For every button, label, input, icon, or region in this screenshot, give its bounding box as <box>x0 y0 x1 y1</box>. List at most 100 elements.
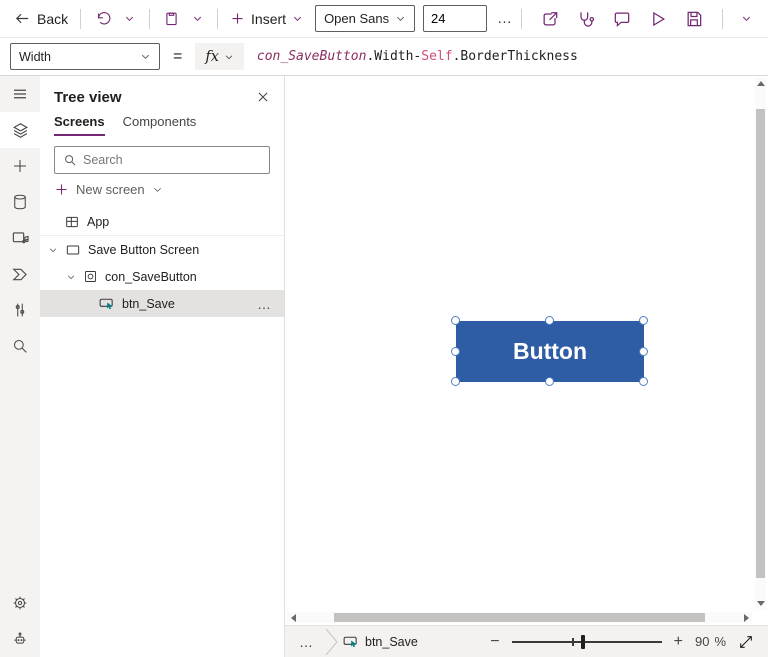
vertical-scrollbar[interactable] <box>755 78 766 609</box>
selection-handle-sw[interactable] <box>451 377 460 386</box>
rail-power-automate-button[interactable] <box>0 256 40 292</box>
formula-token-control: con_SaveButton <box>256 49 367 64</box>
save-icon <box>687 11 702 26</box>
preview-play-button[interactable] <box>642 5 674 33</box>
zoom-out-button[interactable]: − <box>488 633 501 651</box>
toolbar-overflow-button[interactable]: … <box>497 10 513 27</box>
tab-screens[interactable]: Screens <box>54 114 105 136</box>
rail-settings-button[interactable] <box>0 585 40 621</box>
selection-handle-se[interactable] <box>639 377 648 386</box>
canvas-column: Button … btn_Save − + 90 % <box>285 76 768 657</box>
fx-button[interactable]: fx <box>195 43 244 70</box>
fit-to-window-button[interactable] <box>736 632 756 652</box>
breadcrumb-overflow-button[interactable]: … <box>293 634 320 650</box>
rail-advanced-tools-button[interactable] <box>0 292 40 328</box>
main-content: Tree view Screens Components New screen <box>0 76 768 657</box>
zoom-in-button[interactable]: + <box>672 633 685 651</box>
hamburger-menu-button[interactable] <box>0 76 40 112</box>
tree-view-panel: Tree view Screens Components New screen <box>40 76 285 657</box>
selection-handle-nw[interactable] <box>451 316 460 325</box>
selection-handle-w[interactable] <box>451 347 460 356</box>
paste-dropdown-button[interactable] <box>186 9 209 28</box>
insert-button[interactable]: Insert <box>226 7 307 31</box>
app-icon <box>66 216 78 228</box>
chevron-down-icon <box>153 187 161 192</box>
selection-handle-ne[interactable] <box>639 316 648 325</box>
search-icon <box>13 339 27 353</box>
new-screen-label: New screen <box>76 182 145 197</box>
tree-item-save-button-screen[interactable]: Save Button Screen <box>40 236 284 263</box>
vertical-scrollbar-track[interactable] <box>755 89 766 598</box>
zoom-slider-track[interactable] <box>511 640 662 643</box>
rail-media-button[interactable] <box>0 220 40 256</box>
tree-view-title: Tree view <box>54 88 122 106</box>
comments-button[interactable] <box>606 5 638 33</box>
horizontal-scrollbar-thumb[interactable] <box>334 613 705 622</box>
back-arrow-icon <box>15 13 29 24</box>
new-screen-button[interactable]: New screen <box>54 182 270 197</box>
canvas-button[interactable]: Button <box>456 321 644 382</box>
paste-button[interactable] <box>157 6 186 31</box>
button-control-icon <box>99 298 113 310</box>
toolbar-divider <box>521 8 522 29</box>
save-dropdown-button[interactable] <box>735 9 758 28</box>
tree-item-app[interactable]: App <box>40 209 284 236</box>
horizontal-scrollbar-track[interactable] <box>299 612 740 623</box>
canvas-button-label: Button <box>512 338 588 364</box>
font-size-input[interactable] <box>423 5 487 32</box>
selection-handle-n[interactable] <box>545 316 554 325</box>
rail-virtual-agent-button[interactable] <box>0 621 40 657</box>
tab-components[interactable]: Components <box>123 114 197 136</box>
expand-diagonal-icon <box>740 635 752 648</box>
undo-button[interactable] <box>89 6 118 31</box>
chevron-down-icon <box>67 274 75 279</box>
tree-item-more-button[interactable]: … <box>257 296 272 312</box>
rail-tree-view-button[interactable] <box>0 112 40 148</box>
top-toolbar: Back Insert Open Sans … <box>0 0 768 38</box>
selection-handle-e[interactable] <box>639 347 648 356</box>
tree-item-label: con_SaveButton <box>105 269 197 284</box>
app-checker-button[interactable] <box>570 5 602 33</box>
formula-input[interactable]: con_SaveButton.Width-Self.BorderThicknes… <box>244 49 768 64</box>
tree-item-label: btn_Save <box>122 296 175 311</box>
container-icon <box>85 271 96 282</box>
scroll-right-button[interactable] <box>740 612 752 623</box>
property-select[interactable]: Width <box>10 43 160 70</box>
search-input[interactable] <box>83 153 261 167</box>
search-icon <box>65 155 76 166</box>
breadcrumb-selected-control[interactable]: btn_Save <box>342 633 418 650</box>
chevron-down-icon <box>294 16 302 21</box>
undo-dropdown-button[interactable] <box>118 9 141 28</box>
scroll-up-button[interactable] <box>755 78 767 89</box>
plus-icon <box>232 13 243 24</box>
tree-view-close-button[interactable] <box>254 88 272 106</box>
zoom-slider-thumb[interactable] <box>580 634 585 649</box>
toolbar-divider <box>148 8 150 29</box>
canvas-screen[interactable]: Button <box>285 76 768 625</box>
scroll-left-button[interactable] <box>287 612 299 623</box>
horizontal-scrollbar[interactable] <box>287 612 752 623</box>
vertical-scrollbar-thumb[interactable] <box>756 109 765 578</box>
font-family-select[interactable]: Open Sans <box>315 5 415 32</box>
formula-bar: Width = fx con_SaveButton.Width-Self.Bor… <box>0 38 768 76</box>
bot-icon <box>14 632 26 644</box>
share-button[interactable] <box>534 5 566 33</box>
save-button[interactable] <box>678 5 710 33</box>
selection-handle-s[interactable] <box>545 377 554 386</box>
scroll-down-button[interactable] <box>755 598 767 609</box>
tree-search-box[interactable] <box>54 146 270 174</box>
rail-insert-button[interactable] <box>0 148 40 184</box>
tree-view-tabs: Screens Components <box>40 112 284 136</box>
formula-token-plain: .BorderThickness <box>452 49 578 64</box>
back-button[interactable]: Back <box>10 6 72 31</box>
tree-item-label: Save Button Screen <box>88 242 200 257</box>
breadcrumb-chevron-icon <box>325 628 338 655</box>
tree-item-con-savebutton[interactable]: con_SaveButton <box>40 263 284 290</box>
zoom-slider[interactable] <box>511 634 662 650</box>
rail-search-button[interactable] <box>0 328 40 364</box>
equals-sign: = <box>173 47 183 65</box>
stethoscope-icon <box>580 11 595 27</box>
left-rail <box>0 76 40 657</box>
rail-data-button[interactable] <box>0 184 40 220</box>
tree-item-btn-save[interactable]: btn_Save … <box>40 290 284 317</box>
